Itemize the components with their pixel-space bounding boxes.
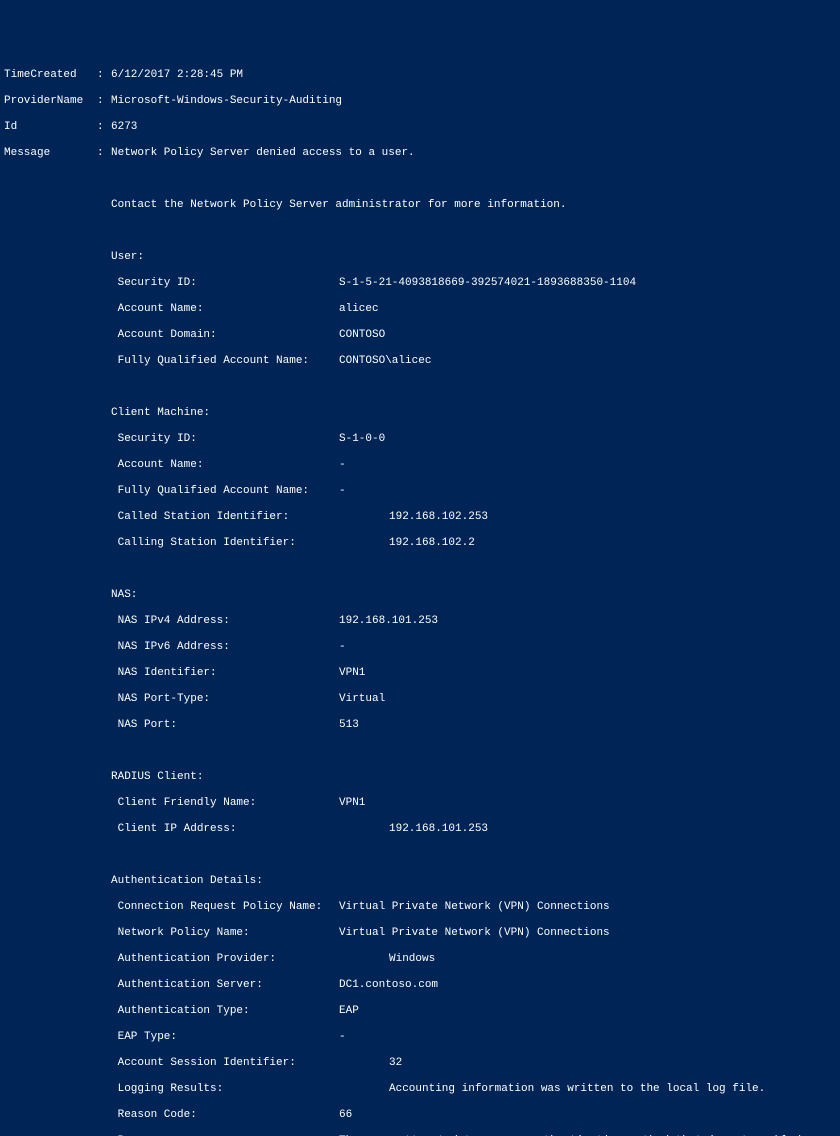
row-nas-port: NAS Port:513: [4, 719, 840, 732]
row-provider: ProviderName: Microsoft-Windows-Security…: [4, 95, 840, 108]
value-provider: Microsoft-Windows-Security-Auditing: [111, 95, 342, 107]
value-contact: Contact the Network Policy Server admini…: [111, 199, 566, 211]
row-auth-rc: Reason Code:66: [4, 1109, 840, 1122]
section-client: Client Machine:: [4, 407, 840, 420]
row-auth-type: Authentication Type:EAP: [4, 1005, 840, 1018]
row-client-account: Account Name:-: [4, 459, 840, 472]
row-user-fqan: Fully Qualified Account Name:CONTOSO\ali…: [4, 355, 840, 368]
row-nas-id: NAS Identifier:VPN1: [4, 667, 840, 680]
event-output: TimeCreated: 6/12/2017 2:28:45 PM Provid…: [4, 56, 840, 1136]
row-client-fqan: Fully Qualified Account Name:-: [4, 485, 840, 498]
section-auth: Authentication Details:: [4, 875, 840, 888]
value-timecreated: 6/12/2017 2:28:45 PM: [111, 69, 243, 81]
row-user-account: Account Name:alicec: [4, 303, 840, 316]
row-auth-npn: Network Policy Name:Virtual Private Netw…: [4, 927, 840, 940]
row-message: Message: Network Policy Server denied ac…: [4, 147, 840, 160]
value-id: 6273: [111, 121, 137, 133]
row-auth-log: Logging Results:Accounting information w…: [4, 1083, 840, 1096]
row-radius-friendly: Client Friendly Name:VPN1: [4, 797, 840, 810]
section-nas: NAS:: [4, 589, 840, 602]
row-client-called: Called Station Identifier:192.168.102.25…: [4, 511, 840, 524]
row-auth-provider: Authentication Provider:Windows: [4, 953, 840, 966]
row-auth-asi: Account Session Identifier:32: [4, 1057, 840, 1070]
label-timecreated: TimeCreated: [4, 69, 97, 82]
value-message: Network Policy Server denied access to a…: [111, 147, 415, 159]
row-auth-eap: EAP Type:-: [4, 1031, 840, 1044]
row-auth-server: Authentication Server:DC1.contoso.com: [4, 979, 840, 992]
label-id: Id: [4, 121, 97, 134]
row-nas-ipv6: NAS IPv6 Address:-: [4, 641, 840, 654]
row-user-sid: Security ID:S-1-5-21-4093818669-39257402…: [4, 277, 840, 290]
row-contact: Contact the Network Policy Server admini…: [4, 199, 840, 212]
section-user: User:: [4, 251, 840, 264]
row-nas-porttype: NAS Port-Type:Virtual: [4, 693, 840, 706]
row-client-sid: Security ID:S-1-0-0: [4, 433, 840, 446]
row-timecreated: TimeCreated: 6/12/2017 2:28:45 PM: [4, 69, 840, 82]
row-id: Id: 6273: [4, 121, 840, 134]
row-nas-ipv4: NAS IPv4 Address:192.168.101.253: [4, 615, 840, 628]
row-client-calling: Calling Station Identifier:192.168.102.2: [4, 537, 840, 550]
section-radius: RADIUS Client:: [4, 771, 840, 784]
row-radius-ip: Client IP Address:192.168.101.253: [4, 823, 840, 836]
row-auth-reason: Reason:The user attempted to use an auth…: [4, 1135, 840, 1136]
label-provider: ProviderName: [4, 95, 97, 108]
row-auth-crp: Connection Request Policy Name:Virtual P…: [4, 901, 840, 914]
row-user-domain: Account Domain:CONTOSO: [4, 329, 840, 342]
label-message: Message: [4, 147, 97, 160]
